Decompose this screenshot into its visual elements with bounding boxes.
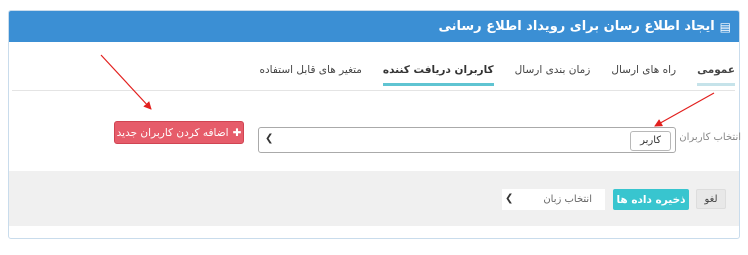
add-new-users-button[interactable]: ✚ اضافه کردن کاربران جدید: [114, 121, 244, 144]
tab-bar: عمومی راه های ارسال زمان بندی ارسال کارب…: [12, 60, 735, 91]
language-select[interactable]: انتخاب زبان ❯: [502, 189, 605, 210]
form-footer: لغو ذخیره داده ها انتخاب زبان ❯: [9, 171, 739, 226]
tab-usable-variables[interactable]: متغیر های قابل استفاده: [259, 60, 361, 86]
panel-header: ▤ ایجاد اطلاع رسان برای رویداد اطلاع رسا…: [9, 11, 739, 42]
save-data-button[interactable]: ذخیره داده ها: [613, 189, 689, 210]
select-users-label: انتخاب کاربران: [679, 132, 741, 143]
tab-general[interactable]: عمومی: [697, 60, 735, 86]
chevron-down-icon[interactable]: ❯: [505, 193, 513, 204]
panel-title: ایجاد اطلاع رسان برای رویداد اطلاع رسانی: [438, 19, 715, 34]
users-select[interactable]: کاربر ❯: [258, 127, 676, 153]
chevron-down-icon[interactable]: ❯: [265, 133, 273, 144]
tab-send-schedule[interactable]: زمان بندی ارسال: [515, 60, 591, 86]
language-select-label: انتخاب زبان: [543, 194, 592, 205]
cancel-button[interactable]: لغو: [696, 189, 726, 209]
plus-icon: ✚: [232, 126, 242, 139]
list-icon: ▤: [719, 19, 731, 34]
tab-send-methods[interactable]: راه های ارسال: [611, 60, 676, 86]
selected-user-tag[interactable]: کاربر: [630, 131, 671, 151]
tab-recipient-users[interactable]: کاربران دریافت کننده: [382, 60, 494, 86]
add-new-users-label: اضافه کردن کاربران جدید: [116, 126, 229, 139]
